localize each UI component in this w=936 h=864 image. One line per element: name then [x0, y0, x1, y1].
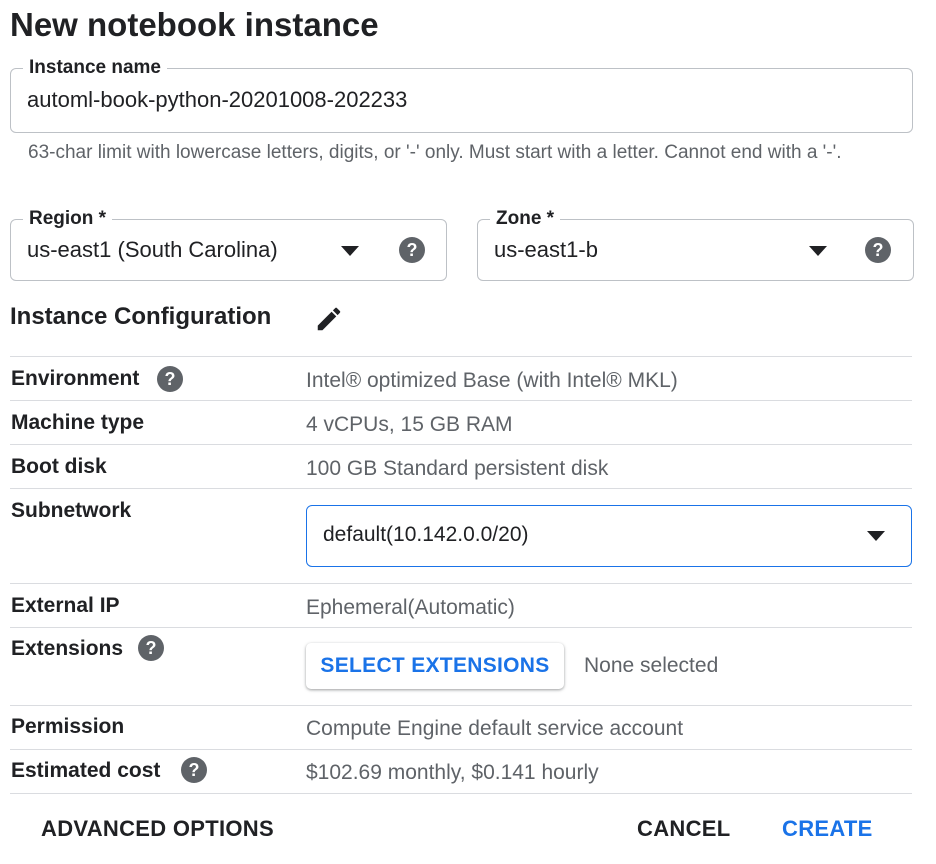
select-extensions-button[interactable]: SELECT EXTENSIONS — [306, 643, 564, 689]
zone-caret-down-icon[interactable] — [809, 246, 827, 256]
external-ip-label: External IP — [11, 594, 120, 617]
machine-type-value: 4 vCPUs, 15 GB RAM — [306, 413, 513, 436]
subnetwork-value: default(10.142.0.0/20) — [323, 523, 529, 546]
cancel-button[interactable]: CANCEL — [637, 816, 730, 842]
instance-name-hint: 63-char limit with lowercase letters, di… — [28, 142, 842, 163]
region-label: Region * — [23, 207, 113, 231]
divider — [10, 793, 912, 794]
boot-disk-value: 100 GB Standard persistent disk — [306, 457, 609, 480]
zone-select[interactable]: Zone * us-east1-b ? — [477, 207, 914, 281]
divider — [10, 400, 912, 401]
permission-value: Compute Engine default service account — [306, 717, 684, 740]
divider — [10, 488, 912, 489]
permission-label: Permission — [11, 715, 125, 738]
instance-name-label: Instance name — [23, 56, 167, 80]
instance-configuration-title: Instance Configuration — [10, 303, 272, 330]
estimated-cost-value: $102.69 monthly, $0.141 hourly — [306, 761, 599, 784]
create-button[interactable]: CREATE — [782, 816, 873, 842]
divider — [10, 444, 912, 445]
boot-disk-label: Boot disk — [11, 455, 107, 478]
divider — [10, 627, 912, 628]
divider — [10, 356, 912, 357]
region-caret-down-icon[interactable] — [341, 246, 359, 256]
region-select[interactable]: Region * us-east1 (South Carolina) ? — [10, 207, 447, 281]
extensions-status: None selected — [584, 654, 719, 677]
environment-label: Environment — [11, 367, 140, 390]
estimated-cost-help-icon[interactable]: ? — [181, 757, 207, 783]
instance-name-input[interactable]: automl-book-python-20201008-202233 — [27, 87, 407, 113]
estimated-cost-label: Estimated cost — [11, 759, 161, 782]
advanced-options-button[interactable]: ADVANCED OPTIONS — [41, 816, 274, 842]
page-title: New notebook instance — [10, 6, 379, 43]
divider — [10, 583, 912, 584]
region-value: us-east1 (South Carolina) — [27, 237, 278, 262]
machine-type-label: Machine type — [11, 411, 145, 434]
divider — [10, 705, 912, 706]
zone-help-icon[interactable]: ? — [865, 237, 891, 263]
extensions-label: Extensions — [11, 637, 124, 660]
zone-label: Zone * — [490, 207, 561, 231]
subnetwork-select[interactable]: default(10.142.0.0/20) — [306, 505, 912, 567]
subnetwork-label: Subnetwork — [11, 499, 132, 522]
divider — [10, 749, 912, 750]
edit-pencil-icon[interactable] — [314, 304, 344, 334]
zone-value: us-east1-b — [494, 237, 598, 262]
subnetwork-caret-down-icon[interactable] — [867, 531, 885, 541]
external-ip-value: Ephemeral(Automatic) — [306, 596, 515, 619]
region-help-icon[interactable]: ? — [399, 237, 425, 263]
extensions-help-icon[interactable]: ? — [138, 635, 164, 661]
environment-value: Intel® optimized Base (with Intel® MKL) — [306, 369, 678, 392]
instance-name-field[interactable]: Instance name automl-book-python-2020100… — [10, 56, 913, 133]
environment-help-icon[interactable]: ? — [157, 366, 183, 392]
